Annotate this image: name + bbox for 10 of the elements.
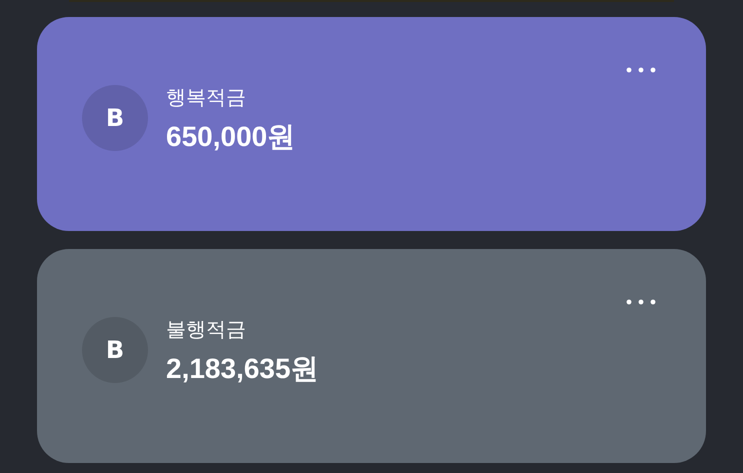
bank-logo: B [82, 85, 148, 151]
account-balance: 650,000원 [166, 121, 296, 153]
bank-logo: B [82, 317, 148, 383]
account-card[interactable]: B 불행적금 2,183,635원 [37, 249, 706, 463]
account-name: 불행적금 [166, 317, 247, 341]
account-name: 행복적금 [166, 85, 247, 109]
more-icon[interactable] [626, 299, 656, 305]
account-balance: 2,183,635원 [166, 353, 319, 385]
more-icon[interactable] [626, 67, 656, 73]
account-card[interactable]: B 행복적금 650,000원 [37, 17, 706, 231]
